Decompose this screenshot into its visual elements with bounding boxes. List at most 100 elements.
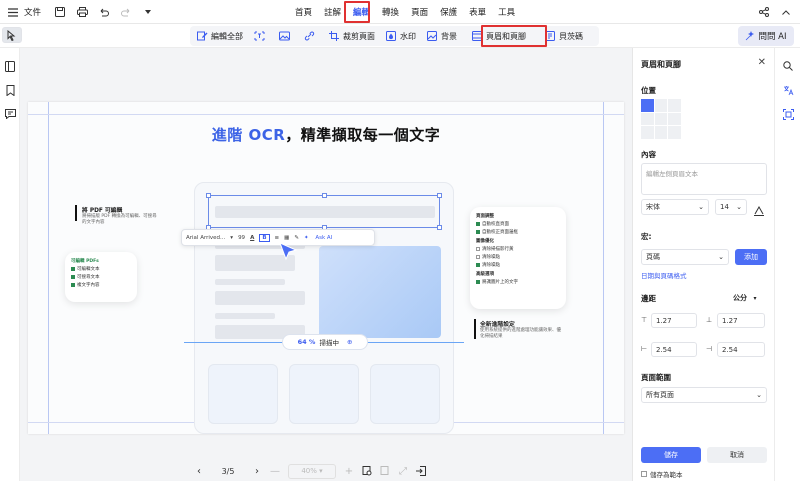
thumbnails-button[interactable] bbox=[0, 56, 20, 76]
align-icon[interactable]: ≡ bbox=[275, 235, 280, 241]
page-fit-icon[interactable] bbox=[358, 462, 376, 480]
ocr-section-title: 圖像優化 bbox=[476, 239, 494, 244]
ocr-button[interactable] bbox=[775, 104, 800, 124]
goto-page-icon[interactable] bbox=[412, 462, 430, 480]
menu-tools[interactable]: 工具 bbox=[493, 3, 520, 21]
ask-ai-mini[interactable]: ✦ Ask AI bbox=[304, 235, 337, 241]
zoom-select[interactable]: 40% ▾ bbox=[288, 463, 336, 479]
crop-page-button[interactable]: 裁剪頁面 bbox=[328, 31, 375, 42]
menu-convert[interactable]: 轉換 bbox=[377, 3, 404, 21]
add-image-button[interactable] bbox=[278, 31, 293, 41]
collapse-chevron-icon[interactable] bbox=[778, 3, 794, 21]
print-icon[interactable] bbox=[73, 3, 91, 21]
margin-right-input[interactable]: 2.54 bbox=[717, 342, 765, 357]
watermark-button[interactable]: 水印 bbox=[385, 31, 416, 42]
macro-select[interactable]: 頁碼 ⌄ bbox=[641, 249, 729, 265]
menu-home[interactable]: 首頁 bbox=[290, 3, 317, 21]
position-cell[interactable] bbox=[668, 112, 681, 126]
unit-select[interactable]: 公分 ▾ bbox=[733, 293, 756, 303]
hamburger-menu-icon[interactable] bbox=[4, 3, 22, 21]
translate-button[interactable] bbox=[775, 80, 800, 100]
page-indicator[interactable]: 3/5 bbox=[208, 467, 248, 476]
edit-pen-icon[interactable]: ✎ bbox=[294, 235, 299, 241]
edit-all-button[interactable]: 編輯全部 bbox=[196, 31, 243, 42]
ask-ai-mini-label: Ask AI bbox=[315, 234, 333, 241]
next-page-icon[interactable]: › bbox=[248, 462, 266, 480]
checkbox-icon bbox=[476, 247, 480, 251]
menu-bar: 文件 首頁 註解 編輯 轉換 頁面 保護 表單 工具 bbox=[0, 0, 800, 24]
add-text-button[interactable] bbox=[253, 31, 268, 41]
menu-form[interactable]: 表單 bbox=[464, 3, 491, 21]
page-range-value: 所有頁面 bbox=[646, 391, 674, 399]
menu-protect[interactable]: 保護 bbox=[435, 3, 462, 21]
add-macro-button[interactable]: 添加 bbox=[735, 249, 767, 265]
bookmarks-button[interactable] bbox=[0, 80, 20, 100]
bold-icon[interactable]: B bbox=[259, 233, 270, 242]
close-icon[interactable]: ✕ bbox=[758, 57, 766, 68]
document-canvas[interactable]: 進階 OCR，精準擷取每一個文字 Arial Arrived... ▾ 99 A… bbox=[20, 48, 632, 481]
ocr-option: 清除掃描影行黃 bbox=[482, 247, 514, 252]
margin-right-value: 2.54 bbox=[722, 345, 738, 354]
cursor-arrow-icon bbox=[7, 29, 16, 41]
text-style-icon[interactable] bbox=[754, 201, 764, 220]
ocr-option: 將識圖片上的文字 bbox=[482, 280, 518, 285]
table-icon[interactable]: ▦ bbox=[284, 235, 289, 241]
share-icon[interactable] bbox=[756, 3, 772, 21]
position-cell[interactable] bbox=[641, 99, 654, 112]
prev-page-icon[interactable]: ‹ bbox=[190, 462, 208, 480]
background-label: 背景 bbox=[441, 31, 457, 41]
progress-percent: 64 % bbox=[297, 338, 316, 346]
font-size-select[interactable]: 14 ⌄ bbox=[715, 199, 747, 215]
cancel-button[interactable]: 取消 bbox=[707, 447, 767, 463]
font-family-select[interactable]: 宋体 ⌄ bbox=[641, 199, 709, 215]
checkbox-icon bbox=[641, 471, 647, 477]
search-button[interactable] bbox=[775, 56, 800, 76]
file-menu[interactable]: 文件 bbox=[24, 6, 41, 18]
menu-comment[interactable]: 註解 bbox=[319, 3, 346, 21]
position-grid[interactable] bbox=[641, 99, 681, 139]
position-cell[interactable] bbox=[641, 126, 654, 139]
select-tool-button[interactable] bbox=[2, 27, 22, 43]
position-cell[interactable] bbox=[668, 126, 681, 139]
save-button[interactable]: 儲存 bbox=[641, 447, 701, 463]
header-footer-button[interactable]: 頁眉和頁腳 bbox=[471, 31, 526, 42]
bates-number-button[interactable]: 貝茨碼 bbox=[544, 31, 583, 42]
zoom-in-icon[interactable]: + bbox=[340, 462, 358, 480]
page-size-icon[interactable] bbox=[376, 462, 394, 480]
chevron-down-icon[interactable]: ▾ bbox=[230, 235, 233, 241]
target-icon: ⊕ bbox=[346, 338, 353, 346]
margin-bottom-input[interactable]: 1.27 bbox=[717, 313, 765, 328]
font-color-icon[interactable]: A bbox=[250, 235, 254, 241]
selected-text-box[interactable] bbox=[206, 193, 442, 230]
bates-label: 貝茨碼 bbox=[559, 31, 583, 41]
ask-ai-button[interactable]: 問問 AI bbox=[738, 26, 794, 46]
pdf-page[interactable]: 進階 OCR，精準擷取每一個文字 Arial Arrived... ▾ 99 A… bbox=[28, 102, 624, 434]
date-page-format-link[interactable]: 日期與頁碼格式 bbox=[641, 270, 687, 280]
menu-page[interactable]: 頁面 bbox=[406, 3, 433, 21]
position-cell[interactable] bbox=[654, 99, 668, 112]
save-as-template-checkbox[interactable]: 儲存為範本 bbox=[641, 469, 683, 479]
margin-top-input[interactable]: 1.27 bbox=[651, 313, 697, 328]
add-link-button[interactable] bbox=[303, 31, 318, 41]
fullscreen-icon[interactable]: ⤢ bbox=[394, 462, 412, 480]
comments-button[interactable] bbox=[0, 104, 20, 124]
page-range-select[interactable]: 所有頁面 ⌄ bbox=[641, 387, 767, 403]
page-navigation: ‹ 3/5 › — 40% ▾ + ⤢ bbox=[190, 461, 460, 481]
font-select[interactable]: Arial Arrived... bbox=[186, 235, 225, 241]
margin-left-input[interactable]: 2.54 bbox=[651, 342, 697, 357]
zoom-out-icon[interactable]: — bbox=[266, 462, 284, 480]
header-text-input[interactable]: 編輯左側頁眉文本 bbox=[641, 163, 767, 195]
crop-icon bbox=[328, 31, 340, 41]
redo-icon[interactable] bbox=[117, 3, 135, 21]
position-cell[interactable] bbox=[668, 99, 681, 112]
position-cell[interactable] bbox=[654, 126, 668, 139]
position-cell[interactable] bbox=[641, 112, 654, 126]
undo-icon[interactable] bbox=[95, 3, 113, 21]
menu-edit[interactable]: 編輯 bbox=[348, 3, 375, 21]
background-button[interactable]: 背景 bbox=[426, 31, 457, 42]
font-size-select[interactable]: 99 bbox=[238, 235, 245, 241]
dropdown-caret-icon[interactable] bbox=[139, 3, 157, 21]
check-icon bbox=[476, 222, 480, 226]
save-icon[interactable] bbox=[51, 3, 69, 21]
position-cell[interactable] bbox=[654, 112, 668, 126]
